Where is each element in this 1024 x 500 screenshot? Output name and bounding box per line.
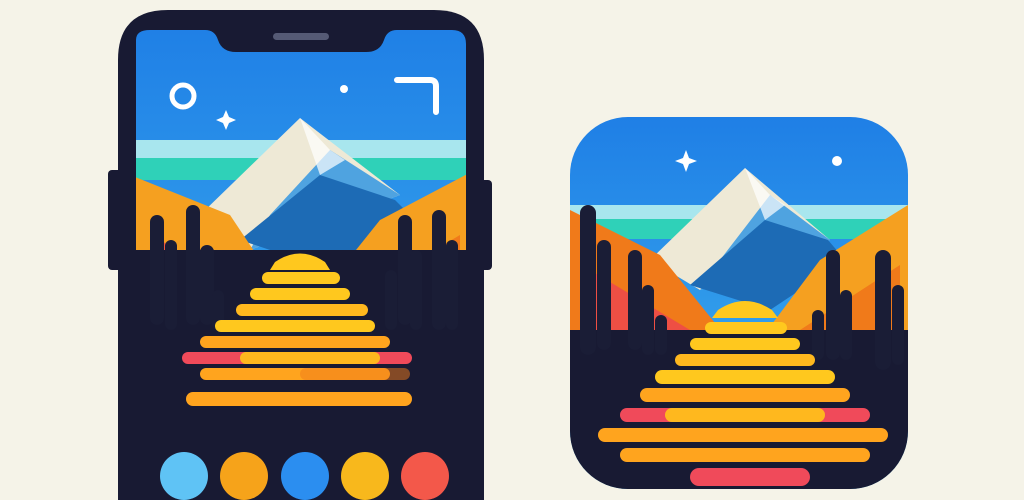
swatch-blue[interactable] bbox=[281, 452, 329, 500]
speaker-grille bbox=[273, 33, 329, 40]
swatch-gold[interactable] bbox=[341, 452, 389, 500]
dot-icon bbox=[832, 156, 842, 166]
dot-icon bbox=[340, 85, 348, 93]
illustration-canvas bbox=[0, 0, 1024, 500]
app-icon bbox=[570, 117, 908, 489]
swatch-coral[interactable] bbox=[401, 452, 449, 500]
phone-mockup bbox=[108, 10, 492, 500]
illustration-svg bbox=[108, 10, 908, 500]
phone-screen bbox=[136, 30, 466, 500]
swatch-amber[interactable] bbox=[220, 452, 268, 500]
swatch-light-blue[interactable] bbox=[160, 452, 208, 500]
